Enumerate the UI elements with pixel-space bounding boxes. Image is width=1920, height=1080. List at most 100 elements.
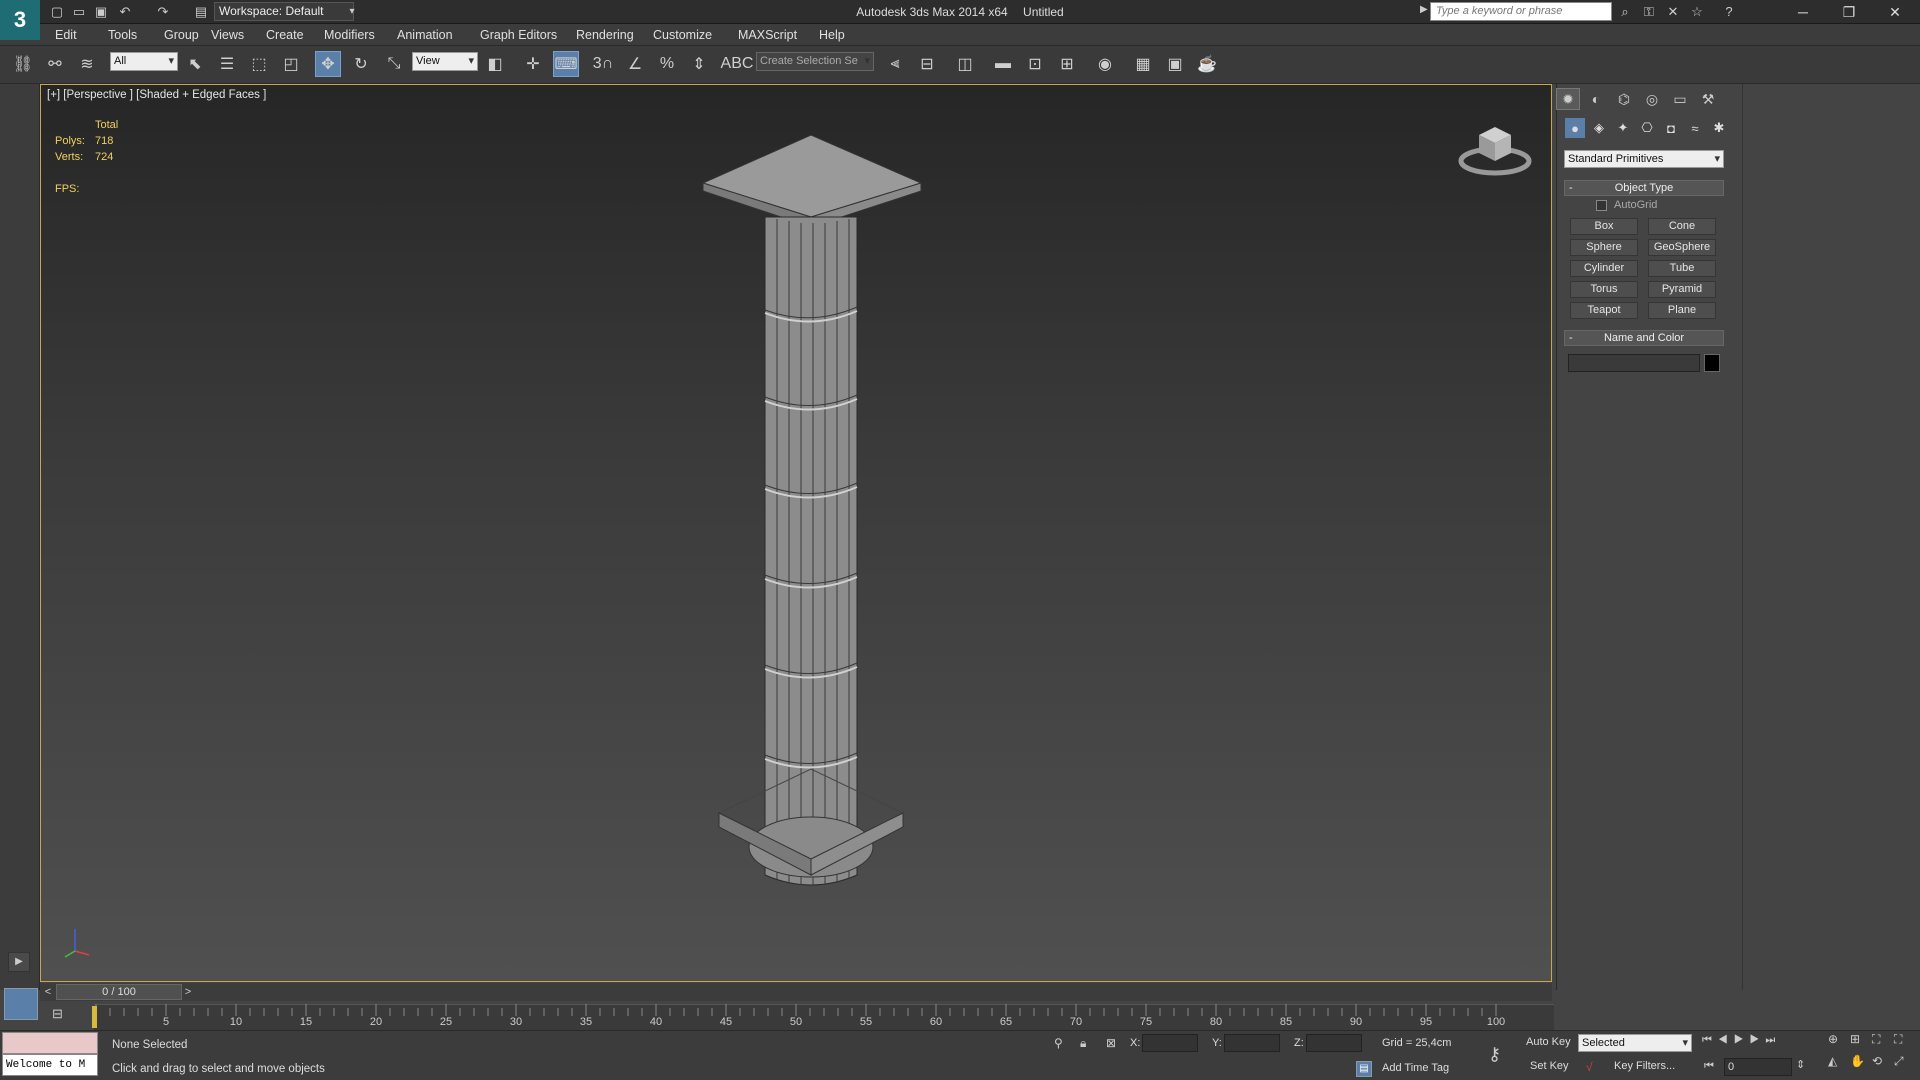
menu-tools[interactable]: Tools — [108, 24, 137, 46]
communication-center-icon[interactable]: ✕ — [1664, 3, 1682, 21]
zoom-extents-icon[interactable]: ⛶ — [1872, 1032, 1894, 1054]
viewcube[interactable] — [1455, 115, 1535, 179]
menu-group[interactable]: Group — [164, 24, 199, 46]
pan-view-icon[interactable]: ✋ — [1850, 1054, 1872, 1076]
help-icon[interactable]: ? — [1720, 3, 1738, 21]
primitive-category-dropdown[interactable]: Standard Primitives — [1564, 150, 1724, 168]
utilities-tab-icon[interactable]: ⚒ — [1696, 88, 1720, 110]
selection-filter-dropdown[interactable]: All — [110, 52, 178, 71]
autogrid-checkbox[interactable] — [1596, 200, 1607, 211]
menu-views[interactable]: Views — [211, 24, 244, 46]
menu-rendering[interactable]: Rendering — [576, 24, 634, 46]
percent-snap-icon[interactable]: % — [654, 51, 680, 77]
name-color-rollout-header[interactable]: - Name and Color — [1564, 330, 1724, 346]
zoom-extents-all-icon[interactable]: ⛶ — [1894, 1032, 1916, 1054]
current-frame-field[interactable]: 0 — [1724, 1058, 1792, 1076]
window-crossing-icon[interactable]: ◰ — [278, 51, 304, 77]
menu-help[interactable]: Help — [819, 24, 845, 46]
edit-named-selection-icon[interactable]: ABC — [721, 51, 754, 77]
add-time-tag-button[interactable]: Add Time Tag — [1382, 1062, 1449, 1074]
viewport-layout-expand-button[interactable]: ▶ — [8, 952, 30, 972]
mirror-icon[interactable]: ⫷ — [882, 51, 908, 77]
subscription-key-icon[interactable]: ⚿ — [1640, 3, 1658, 21]
next-frame-icon[interactable]: ▶ — [1750, 1034, 1766, 1046]
auto-key-button[interactable]: Auto Key — [1526, 1036, 1571, 1048]
link-icon[interactable]: ⛓ — [10, 51, 36, 77]
play-icon[interactable]: ▶ — [1734, 1034, 1750, 1046]
lights-category-icon[interactable]: ✦ — [1613, 118, 1633, 138]
reference-coordinate-dropdown[interactable]: View — [412, 52, 478, 71]
customize-qa-dropdown-icon[interactable]: ▾ — [343, 3, 361, 21]
key-mode-dropdown[interactable]: Selected — [1578, 1034, 1692, 1052]
new-file-icon[interactable]: ▢ — [48, 3, 66, 21]
schematic-view-icon[interactable]: ⊞ — [1054, 51, 1080, 77]
rectangular-selection-icon[interactable]: ⬚ — [246, 51, 272, 77]
graphite-ribbon-icon[interactable]: ▬ — [990, 51, 1016, 77]
menu-maxscript[interactable]: MAXScript — [738, 24, 797, 46]
field-of-view-icon[interactable]: ◭ — [1828, 1054, 1850, 1076]
menu-customize[interactable]: Customize — [653, 24, 712, 46]
create-sphere-button[interactable]: Sphere — [1570, 239, 1638, 256]
layer-manager-icon[interactable]: ◫ — [952, 51, 978, 77]
systems-category-icon[interactable]: ✱ — [1709, 118, 1729, 138]
perspective-viewport[interactable]: [+] [Perspective ] [Shaded + Edged Faces… — [40, 84, 1552, 982]
go-to-start-icon[interactable]: ⏮ — [1702, 1034, 1718, 1046]
save-file-icon[interactable]: ▣ — [92, 3, 110, 21]
object-name-input[interactable] — [1568, 354, 1700, 372]
spinner-snap-icon[interactable]: ⇕ — [686, 51, 712, 77]
prev-frame-icon[interactable]: ◀ — [1718, 1034, 1734, 1046]
cameras-category-icon[interactable]: ⎔ — [1637, 118, 1657, 138]
select-object-icon[interactable]: ⬉ — [182, 51, 208, 77]
orbit-icon[interactable]: ⟲ — [1872, 1054, 1894, 1076]
render-setup-icon[interactable]: ▦ — [1130, 51, 1156, 77]
time-slider-thumb[interactable]: 0 / 100 — [56, 984, 182, 1000]
open-file-icon[interactable]: ▭ — [70, 3, 88, 21]
maxscript-listener-top[interactable] — [2, 1032, 98, 1054]
maximize-viewport-icon[interactable]: ⤢ — [1894, 1054, 1916, 1076]
object-color-swatch[interactable] — [1704, 354, 1720, 372]
set-key-button[interactable]: Set Key — [1530, 1060, 1569, 1072]
favorites-star-icon[interactable]: ☆ — [1688, 3, 1706, 21]
select-and-move-icon[interactable]: ✥ — [315, 51, 341, 77]
create-tab-icon[interactable]: ✹ — [1556, 88, 1580, 110]
helpers-category-icon[interactable]: ◘ — [1661, 118, 1681, 138]
menu-edit[interactable]: Edit — [55, 24, 77, 46]
zoom-all-icon[interactable]: ⊞ — [1850, 1032, 1872, 1054]
close-button[interactable]: ✕ — [1872, 0, 1918, 24]
key-filters-button[interactable]: Key Filters... — [1614, 1060, 1675, 1072]
undo-icon[interactable]: ↶ — [116, 3, 134, 21]
z-coord-field[interactable] — [1306, 1034, 1362, 1052]
time-tag-icon[interactable]: ▤ — [1356, 1061, 1372, 1077]
create-geosphere-button[interactable]: GeoSphere — [1648, 239, 1716, 256]
mini-curve-editor-toggle[interactable] — [4, 988, 38, 1020]
selection-lock-icon[interactable]: 🔒︎ — [1080, 1036, 1086, 1051]
select-and-rotate-icon[interactable]: ↻ — [348, 51, 374, 77]
menu-modifiers[interactable]: Modifiers — [324, 24, 375, 46]
minimize-button[interactable]: ─ — [1780, 0, 1826, 24]
geometry-category-icon[interactable]: ● — [1565, 118, 1585, 138]
motion-tab-icon[interactable]: ◎ — [1640, 88, 1664, 110]
redo-icon[interactable]: ↷ — [154, 3, 172, 21]
go-to-end-icon[interactable]: ⏭ — [1765, 1034, 1781, 1046]
angle-snap-icon[interactable]: ∠ — [622, 51, 648, 77]
time-slider-track[interactable] — [40, 983, 1552, 1001]
keyboard-shortcut-override-icon[interactable]: ⌨ — [553, 51, 579, 77]
app-logo-button[interactable]: 3 — [0, 0, 40, 40]
menu-graph-editors[interactable]: Graph Editors — [480, 24, 557, 46]
select-by-name-icon[interactable]: ☰ — [214, 51, 240, 77]
expand-search-icon[interactable]: ▶ — [1420, 4, 1428, 15]
select-manipulate-icon[interactable]: ✛ — [520, 51, 546, 77]
space-warps-category-icon[interactable]: ≈ — [1685, 118, 1705, 138]
create-box-button[interactable]: Box — [1570, 218, 1638, 235]
align-icon[interactable]: ⊟ — [914, 51, 940, 77]
unlink-icon[interactable]: ⚯ — [42, 51, 68, 77]
create-cone-button[interactable]: Cone — [1648, 218, 1716, 235]
search-binoculars-icon[interactable]: ⌕ — [1616, 3, 1634, 21]
zoom-icon[interactable]: ⊕ — [1828, 1032, 1850, 1054]
display-tab-icon[interactable]: ▭ — [1668, 88, 1692, 110]
hierarchy-tab-icon[interactable]: ⌬ — [1612, 88, 1636, 110]
object-type-rollout-header[interactable]: - Object Type — [1564, 180, 1724, 196]
render-production-icon[interactable]: ☕ — [1194, 51, 1220, 77]
create-cylinder-button[interactable]: Cylinder — [1570, 260, 1638, 277]
pivot-center-icon[interactable]: ◧ — [482, 51, 508, 77]
